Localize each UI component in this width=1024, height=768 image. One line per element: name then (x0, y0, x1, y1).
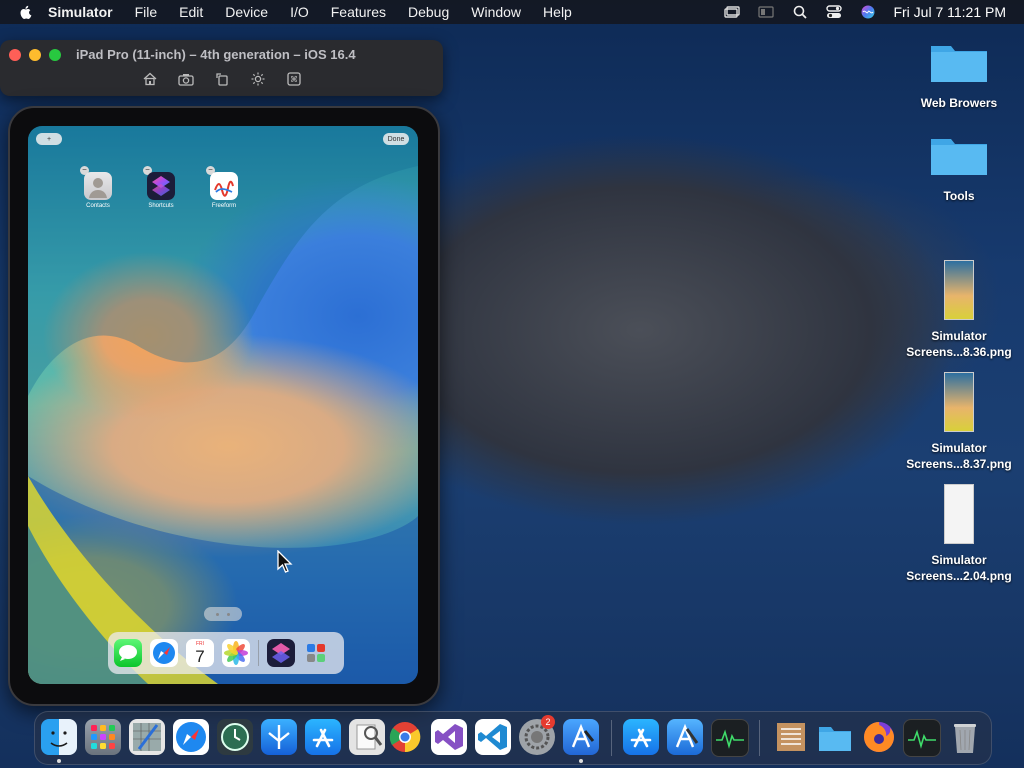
contacts-app-icon[interactable] (84, 172, 112, 200)
desktop-icon-label: Web Browers (920, 96, 998, 110)
testflight-icon[interactable] (261, 719, 297, 755)
simulator-window-toolbar: iPad Pro (11-inch) – 4th generation – iO… (0, 40, 443, 96)
desktop-icon-label: Tools (943, 189, 975, 203)
window-controls (9, 49, 61, 61)
folder-icon (931, 46, 987, 82)
search-icon[interactable] (791, 5, 809, 19)
svg-text:⌘: ⌘ (290, 75, 298, 84)
menu-file[interactable]: File (135, 4, 158, 20)
screenshot-icon[interactable] (178, 71, 194, 87)
archive-utility-icon[interactable] (773, 719, 809, 755)
mouse-cursor-icon (277, 550, 293, 573)
ipad-dock: FRI 7 (108, 632, 344, 674)
desktop-file-screenshot-2[interactable]: Simulator Screens...8.37.png (904, 372, 1014, 472)
dock-divider (759, 720, 760, 756)
firefox-icon[interactable] (861, 719, 897, 755)
apple-menu-icon[interactable] (18, 4, 34, 20)
finder-icon[interactable] (41, 719, 77, 755)
xcode-icon[interactable] (667, 719, 703, 755)
simulator-icon[interactable] (563, 719, 599, 755)
done-button[interactable]: Done (383, 133, 409, 145)
messages-app-icon[interactable] (114, 639, 142, 667)
dock-separator (258, 640, 259, 666)
app-store-icon[interactable] (305, 719, 341, 755)
wallpaper-waves (28, 126, 418, 684)
menu-help[interactable]: Help (543, 4, 572, 20)
visual-studio-icon[interactable] (431, 719, 467, 755)
close-window-button[interactable] (9, 49, 21, 61)
desktop-folder-web-browsers[interactable]: Web Browers (904, 38, 1014, 111)
menu-app-name[interactable]: Simulator (48, 4, 113, 20)
add-widget-button[interactable]: + (36, 133, 62, 145)
keyboard-shortcut-icon[interactable]: ⌘ (286, 71, 302, 87)
menu-window[interactable]: Window (471, 4, 521, 20)
running-indicator (579, 759, 583, 763)
menubar-clock[interactable]: Fri Jul 7 11:21 PM (893, 4, 1006, 20)
png-thumbnail-icon (944, 372, 974, 432)
trash-icon[interactable] (947, 719, 983, 755)
appearance-icon[interactable] (250, 71, 266, 87)
ipad-device-frame: + Done − Contacts − Shortcuts − Freeform (8, 106, 440, 706)
desktop-icon-label: Screens...2.04.png (906, 569, 1012, 583)
desktop-icon-label: Screens...8.36.png (906, 345, 1012, 359)
freeform-app-label: Freeform (211, 203, 237, 209)
page-indicator[interactable] (204, 607, 242, 621)
dock-divider (611, 720, 612, 756)
png-thumbnail-icon (944, 260, 974, 320)
desktop-file-screenshot-1[interactable]: Simulator Screens...8.36.png (904, 260, 1014, 360)
launchpad-icon[interactable] (85, 719, 121, 755)
macos-dock: 2 (34, 711, 992, 765)
activity-monitor-icon-2[interactable] (903, 719, 941, 757)
folder-icon (931, 139, 987, 175)
desktop-folder-tools[interactable]: Tools (904, 131, 1014, 204)
instruments-icon[interactable] (129, 719, 165, 755)
calendar-app-icon[interactable]: FRI 7 (186, 639, 214, 667)
freeform-app-icon[interactable] (210, 172, 238, 200)
desktop-icon-label: Simulator (931, 553, 987, 567)
downloads-folder-icon[interactable] (817, 719, 853, 755)
minimize-window-button[interactable] (29, 49, 41, 61)
menu-features[interactable]: Features (331, 4, 386, 20)
menu-debug[interactable]: Debug (408, 4, 449, 20)
menu-bar: Simulator File Edit Device I/O Features … (0, 0, 1024, 24)
settings-notification-badge: 2 (541, 715, 555, 729)
activity-monitor-icon[interactable] (711, 719, 749, 757)
preview-icon[interactable] (349, 719, 385, 755)
safari-dock-icon[interactable] (173, 719, 209, 755)
menu-device[interactable]: Device (225, 4, 268, 20)
zoom-window-button[interactable] (49, 49, 61, 61)
recent-apps-icon[interactable] (303, 639, 331, 667)
desktop-icon-label: Simulator (931, 441, 987, 455)
time-machine-icon[interactable] (217, 719, 253, 755)
rotate-icon[interactable] (214, 71, 230, 87)
desktop-icon-label: Screens...8.37.png (906, 457, 1012, 471)
display-icon[interactable] (757, 5, 775, 19)
menu-io[interactable]: I/O (290, 4, 309, 20)
safari-app-icon[interactable] (150, 639, 178, 667)
calendar-date: 7 (195, 647, 205, 666)
ipad-home-screen[interactable]: + Done − Contacts − Shortcuts − Freeform (28, 126, 418, 684)
desktop-file-screenshot-3[interactable]: Simulator Screens...2.04.png (904, 484, 1014, 584)
shortcuts-dock-icon[interactable] (267, 639, 295, 667)
screen-mirroring-icon[interactable] (723, 5, 741, 19)
photos-app-icon[interactable] (222, 639, 250, 667)
running-indicator (57, 759, 61, 763)
chrome-icon[interactable] (387, 719, 423, 755)
vscode-icon[interactable] (475, 719, 511, 755)
simulator-window-title: iPad Pro (11-inch) – 4th generation – iO… (76, 47, 356, 62)
control-center-icon[interactable] (825, 5, 843, 19)
shortcuts-app-label: Shortcuts (148, 203, 174, 209)
menu-edit[interactable]: Edit (179, 4, 203, 20)
home-icon[interactable] (142, 71, 158, 87)
desktop-icon-label: Simulator (931, 329, 987, 343)
png-thumbnail-icon (944, 484, 974, 544)
siri-icon[interactable] (859, 5, 877, 19)
app-store-icon-2[interactable] (623, 719, 659, 755)
contacts-app-label: Contacts (86, 203, 110, 209)
shortcuts-app-icon[interactable] (147, 172, 175, 200)
